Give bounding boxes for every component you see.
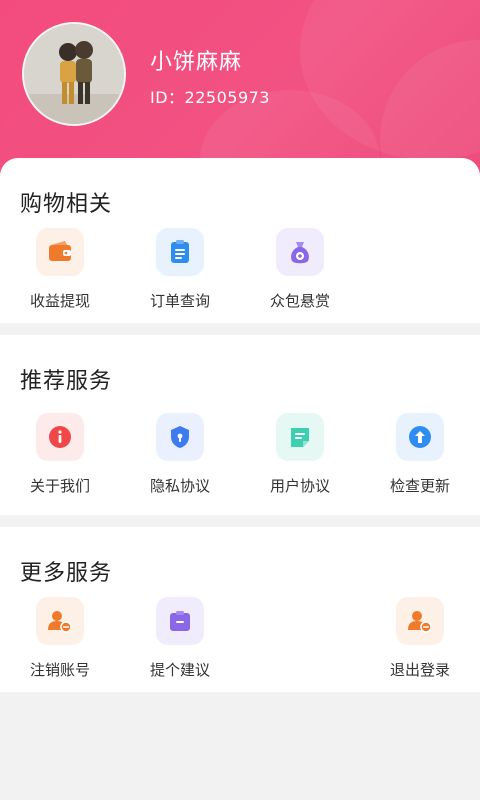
money-bag-icon <box>276 228 324 276</box>
section-title: 更多服务 <box>20 561 113 586</box>
item-label: 隐私协议 <box>149 477 210 495</box>
upload-arrow-icon <box>396 413 444 461</box>
user-remove-icon <box>36 597 84 645</box>
avatar[interactable] <box>22 22 126 126</box>
item-label: 关于我们 <box>29 477 90 495</box>
username: 小饼麻麻 <box>150 50 243 75</box>
shield-icon <box>156 413 204 461</box>
wallet-icon <box>36 228 84 276</box>
item-label: 用户协议 <box>269 477 330 495</box>
item-label: 订单查询 <box>149 292 210 310</box>
item-label: 检查更新 <box>389 477 450 495</box>
withdraw-earnings-button[interactable]: 收益提现 <box>0 228 120 311</box>
feedback-button[interactable]: 提个建议 <box>120 597 240 680</box>
section-title: 购物相关 <box>20 192 113 217</box>
item-label: 退出登录 <box>389 661 450 679</box>
item-label: 收益提现 <box>29 292 90 310</box>
section-title: 推荐服务 <box>20 369 113 394</box>
about-us-button[interactable]: 关于我们 <box>0 413 120 496</box>
user-id: ID：22505973 <box>150 88 270 107</box>
clipboard-icon <box>156 228 204 276</box>
privacy-policy-button[interactable]: 隐私协议 <box>120 413 240 496</box>
info-icon <box>36 413 84 461</box>
order-query-button[interactable]: 订单查询 <box>120 228 240 311</box>
section-shopping: 购物相关 收益提现 订单查询 众包悬赏 <box>0 158 480 323</box>
item-label: 注销账号 <box>29 661 90 679</box>
document-icon <box>276 413 324 461</box>
logout-user-icon <box>396 597 444 645</box>
check-update-button[interactable]: 检查更新 <box>360 413 480 496</box>
section-more: 更多服务 注销账号 提个建议 退出登录 <box>0 527 480 692</box>
logout-button[interactable]: 退出登录 <box>360 597 480 680</box>
user-agreement-button[interactable]: 用户协议 <box>240 413 360 496</box>
avatar-photo <box>24 24 124 124</box>
item-label: 众包悬赏 <box>269 292 330 310</box>
item-label: 提个建议 <box>149 661 210 679</box>
section-recommended: 推荐服务 关于我们 隐私协议 用户协议 检查更新 <box>0 335 480 515</box>
suggestion-icon <box>156 597 204 645</box>
crowdsource-bounty-button[interactable]: 众包悬赏 <box>240 228 360 311</box>
cancel-account-button[interactable]: 注销账号 <box>0 597 120 680</box>
